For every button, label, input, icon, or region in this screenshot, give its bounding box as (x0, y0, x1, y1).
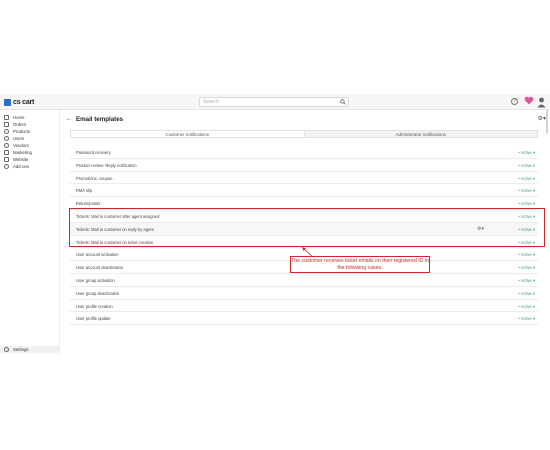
sidebar-item-website[interactable]: Website (4, 156, 28, 162)
gear-icon (4, 347, 9, 352)
status-dropdown[interactable]: • Active ▾ (518, 265, 535, 270)
notifications-heart-icon[interactable] (524, 96, 534, 105)
sidebar-item-marketing[interactable]: Marketing (4, 149, 32, 155)
sidebar-item-home[interactable]: Home (4, 114, 24, 120)
sidebar-item-vendors[interactable]: Vendors (4, 142, 29, 148)
page-header: ← Email templates (66, 115, 123, 123)
list-item[interactable]: Promotions: coupon • Active ▾ (70, 172, 538, 185)
template-name[interactable]: User group activation (76, 278, 115, 283)
tab-administrator-notifications[interactable]: Administrator notifications (304, 131, 537, 137)
sidebar-item-orders[interactable]: Orders (4, 121, 26, 127)
website-icon (4, 156, 9, 162)
logo-text: cs cart (13, 98, 35, 106)
annotation-highlight-box (69, 208, 545, 247)
home-icon (4, 114, 9, 120)
list-item[interactable]: RMA slip • Active ▾ (70, 184, 538, 198)
template-name[interactable]: User profile update (76, 316, 111, 321)
marketing-icon (4, 149, 9, 155)
list-item[interactable]: User profile creation • Active ▾ (70, 300, 538, 313)
list-item[interactable]: User group activation • Active ▾ (70, 274, 538, 287)
status-dropdown[interactable]: • Active ▾ (518, 316, 535, 321)
template-name[interactable]: Password recovery (76, 150, 111, 155)
avatar-icon[interactable] (537, 97, 546, 108)
sidebar-item-label: Orders (13, 121, 27, 127)
users-icon (4, 135, 9, 141)
top-bar: cs cart Search ? (0, 94, 550, 110)
status-dropdown[interactable]: • Active ▾ (518, 163, 535, 168)
addons-icon (4, 163, 9, 169)
sidebar: Home Orders Products Users Vendors Marke… (0, 110, 60, 356)
sidebar-item-label: Settings (13, 347, 29, 352)
template-name[interactable]: User account activation (76, 252, 119, 257)
list-item[interactable]: Password recovery • Active ▾ (70, 146, 538, 159)
list-item[interactable]: User group deactivation • Active ▾ (70, 287, 538, 300)
orders-icon (4, 121, 9, 127)
status-dropdown[interactable]: • Active ▾ (518, 291, 535, 296)
sidebar-item-addons[interactable]: Add-ons (4, 163, 29, 169)
sidebar-item-label: Home (13, 114, 25, 120)
sidebar-item-label: Users (13, 135, 25, 141)
sidebar-item-label: Website (13, 156, 29, 162)
status-dropdown[interactable]: • Active ▾ (518, 201, 535, 206)
vendors-icon (4, 142, 9, 148)
status-dropdown[interactable]: • Active ▾ (518, 188, 535, 193)
status-dropdown[interactable]: • Active ▾ (518, 304, 535, 309)
page-title: Email templates (76, 115, 124, 123)
sidebar-item-products[interactable]: Products (4, 128, 30, 134)
list-item[interactable]: Product review: Reply notification • Act… (70, 159, 538, 172)
status-dropdown[interactable]: • Active ▾ (518, 252, 535, 257)
logo[interactable]: cs cart (4, 97, 34, 107)
status-dropdown[interactable]: • Active ▾ (518, 176, 535, 181)
settings-menu-gear-icon[interactable]: ⚙▾ (538, 115, 546, 122)
template-name[interactable]: Product review: Reply notification (76, 163, 137, 168)
products-icon (4, 128, 9, 134)
status-dropdown[interactable]: • Active ▾ (518, 150, 535, 155)
sidebar-item-label: Marketing (13, 149, 32, 155)
sidebar-item-users[interactable]: Users (4, 135, 24, 141)
template-name[interactable]: Return/points (76, 201, 100, 206)
sidebar-item-settings[interactable]: Settings (0, 346, 59, 353)
help-icon[interactable]: ? (511, 98, 518, 105)
tab-customer-notifications[interactable]: Customer notifications (71, 131, 305, 137)
search-placeholder: Search (203, 99, 219, 105)
status-dropdown[interactable]: • Active ▾ (518, 278, 535, 283)
template-name[interactable]: RMA slip (76, 188, 92, 193)
back-arrow-icon[interactable]: ← (66, 116, 72, 122)
annotation-text: The customer receives ticket emails on t… (291, 258, 429, 271)
sidebar-item-label: Products (13, 128, 30, 134)
template-name[interactable]: User account deactivation (76, 265, 123, 270)
template-name[interactable]: Promotions: coupon (76, 176, 112, 181)
template-name[interactable]: User group deactivation (76, 291, 119, 296)
sidebar-item-label: Add-ons (13, 163, 30, 169)
sidebar-item-label: Vendors (13, 142, 29, 148)
template-name[interactable]: User profile creation (76, 304, 113, 309)
search-icon[interactable] (340, 99, 346, 105)
scrollbar[interactable] (546, 110, 548, 134)
notification-tabs: Customer notifications Administrator not… (70, 130, 538, 138)
annotation-callout: The customer receives ticket emails on t… (290, 256, 430, 273)
list-item[interactable]: User profile update • Active ▾ (70, 312, 538, 326)
logo-mark-icon (4, 98, 11, 106)
search-input[interactable]: Search (199, 97, 349, 107)
